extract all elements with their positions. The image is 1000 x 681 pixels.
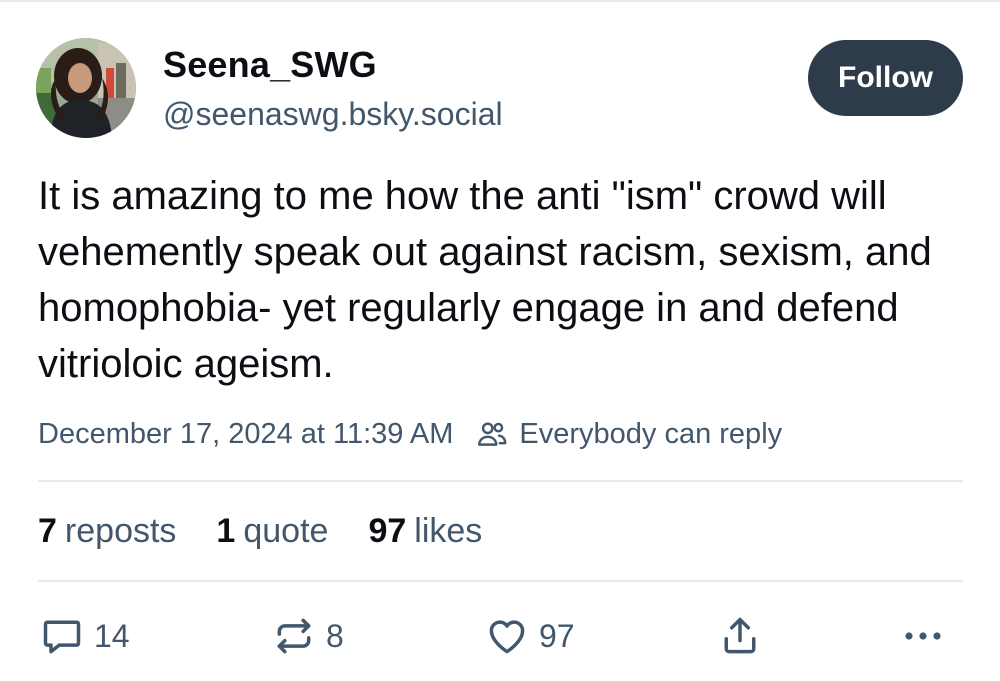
divider bbox=[38, 580, 963, 582]
people-icon bbox=[475, 417, 509, 451]
share-icon bbox=[718, 614, 762, 658]
reposts-count: 7 bbox=[38, 511, 57, 550]
likes-stat[interactable]: 97 likes bbox=[368, 512, 482, 551]
post-actions: 14 8 97 bbox=[38, 608, 963, 664]
reply-count: 14 bbox=[94, 617, 130, 654]
avatar[interactable] bbox=[36, 38, 136, 138]
divider bbox=[38, 480, 963, 482]
reply-button[interactable]: 14 bbox=[40, 608, 130, 664]
speech-bubble-icon bbox=[40, 614, 84, 658]
repost-arrows-icon bbox=[272, 614, 316, 658]
likes-count: 97 bbox=[368, 511, 407, 550]
like-button[interactable]: 97 bbox=[485, 608, 575, 664]
share-button[interactable] bbox=[718, 608, 762, 664]
author-handle[interactable]: @seenaswg.bsky.social bbox=[163, 96, 503, 133]
quotes-stat[interactable]: 1 quote bbox=[216, 512, 328, 551]
like-count: 97 bbox=[539, 617, 575, 654]
post-card: Seena_SWG @seenaswg.bsky.social Follow I… bbox=[0, 0, 1000, 681]
post-meta: December 17, 2024 at 11:39 AM Everybody … bbox=[38, 414, 782, 454]
reposts-label: reposts bbox=[64, 511, 177, 550]
likes-label: likes bbox=[414, 511, 483, 550]
post-text: It is amazing to me how the anti "ism" c… bbox=[38, 174, 932, 386]
repost-count: 8 bbox=[326, 617, 344, 654]
repost-button[interactable]: 8 bbox=[272, 608, 344, 664]
heart-icon bbox=[485, 614, 529, 658]
engagement-stats: 7 reposts 1 quote 97 likes bbox=[38, 508, 522, 554]
author-display-name[interactable]: Seena_SWG bbox=[163, 44, 377, 86]
quotes-count: 1 bbox=[216, 511, 236, 550]
follow-button[interactable]: Follow bbox=[808, 40, 963, 116]
post-timestamp[interactable]: December 17, 2024 at 11:39 AM bbox=[38, 418, 453, 451]
reply-setting[interactable]: Everybody can reply bbox=[519, 418, 782, 451]
more-options-button[interactable] bbox=[900, 608, 946, 664]
quotes-label: quote bbox=[243, 511, 329, 550]
more-dots-icon bbox=[900, 614, 946, 658]
reposts-stat[interactable]: 7 reposts bbox=[38, 512, 176, 551]
